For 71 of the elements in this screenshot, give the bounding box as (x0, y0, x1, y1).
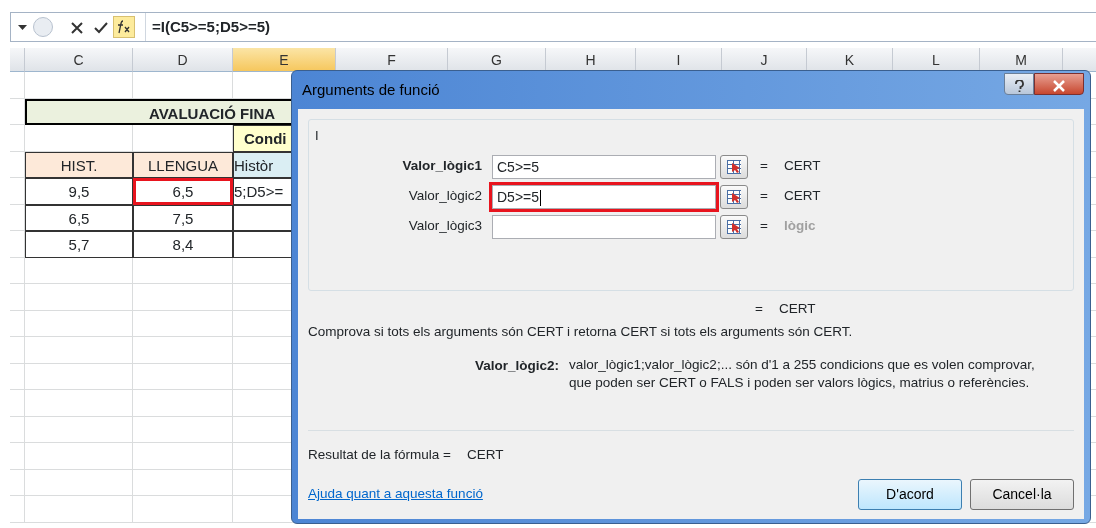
header-corner[interactable] (10, 48, 25, 72)
row-header[interactable] (10, 231, 25, 258)
argument-result: CERT (783, 157, 821, 176)
argument-description: que poden ser CERT o FALS i poden ser valors lògics, matrius o referències. (569, 373, 1031, 392)
column-header[interactable]: E (233, 48, 336, 72)
table-cell: 5,7 (25, 231, 133, 258)
row-header[interactable] (10, 178, 25, 205)
help-link[interactable]: Ajuda quant a aquesta funció (308, 484, 483, 505)
table-cell: 8,4 (133, 231, 233, 258)
argument-label: Valor_lògic3 (407, 217, 483, 236)
column-header[interactable]: G (448, 48, 546, 72)
row-header[interactable] (10, 337, 25, 364)
range-select-icon[interactable] (720, 154, 748, 179)
name-box-handle[interactable] (33, 17, 53, 37)
column-header[interactable]: J (722, 48, 807, 72)
column-header[interactable]: L (893, 48, 980, 72)
argument-label: Valor_lògic1 (401, 157, 483, 176)
cancel-button[interactable]: Cancel·la (970, 478, 1074, 510)
row-header[interactable] (10, 257, 25, 284)
table-cell: LLENGUA (133, 151, 233, 178)
column-header[interactable]: K (807, 48, 893, 72)
table-cell: 7,5 (133, 204, 233, 231)
row-header[interactable] (10, 496, 25, 523)
column-header[interactable]: I (636, 48, 722, 72)
argument-label: Valor_lògic2 (407, 187, 483, 206)
equals-sign: = (760, 187, 768, 206)
close-icon (1053, 80, 1065, 93)
row-header[interactable] (10, 363, 25, 390)
equals-sign: = (755, 300, 763, 318)
row-header[interactable] (10, 310, 25, 337)
range-select-icon[interactable] (720, 214, 748, 239)
equals-sign: = (760, 217, 768, 236)
argument-result: CERT (783, 187, 821, 206)
function-description: Comprova si tots els arguments són CERT i retorna CERT si tots els arguments són CERT. (308, 323, 854, 342)
argument-description: valor_lògic1;valor_lògic2;... són d'1 a 255 condicions que es volen comprovar, (569, 355, 1035, 374)
close-button[interactable] (1034, 73, 1084, 95)
row-header[interactable] (10, 125, 25, 152)
ok-button[interactable]: D'acord (858, 478, 962, 510)
argument-result: lògic (783, 217, 816, 236)
formula-result: CERT (466, 445, 504, 464)
table-cell: 9,5 (25, 178, 133, 205)
row-header[interactable] (10, 390, 25, 417)
function-name: I (314, 127, 320, 145)
input-field[interactable]: C5>=5 (492, 154, 716, 179)
row-header[interactable] (10, 204, 25, 231)
column-header[interactable]: M (980, 48, 1063, 72)
column-header[interactable] (1063, 48, 1096, 72)
table-cell: 6,5 (25, 204, 133, 231)
column-header[interactable]: D (133, 48, 233, 72)
input-field[interactable] (492, 214, 716, 239)
help-icon (1014, 79, 1024, 92)
help-button[interactable] (1004, 73, 1034, 95)
formula-result-label: Resultat de la fórmula = (308, 445, 451, 464)
column-header[interactable]: F (336, 48, 448, 72)
table-cell: 6,5 (133, 178, 233, 205)
column-header[interactable]: H (546, 48, 636, 72)
row-header[interactable] (10, 284, 25, 311)
column-header[interactable]: C (25, 48, 133, 72)
equals-sign: = (760, 157, 768, 176)
formula-text[interactable]: =I(C5>=5;D5>=5) (145, 13, 270, 41)
input-field[interactable]: D5>=5 (492, 184, 716, 209)
argument-help-label: Valor_lògic2: (475, 356, 560, 375)
total-result: CERT (778, 300, 816, 318)
row-header[interactable] (10, 469, 25, 496)
range-select-icon[interactable] (720, 184, 748, 209)
table-cell: HIST. (25, 151, 133, 178)
dialog-title: Arguments de funció (302, 79, 440, 100)
row-header[interactable] (10, 416, 25, 443)
insert-function-icon[interactable] (113, 16, 135, 38)
row-header[interactable] (10, 72, 25, 99)
row-header[interactable] (10, 443, 25, 470)
